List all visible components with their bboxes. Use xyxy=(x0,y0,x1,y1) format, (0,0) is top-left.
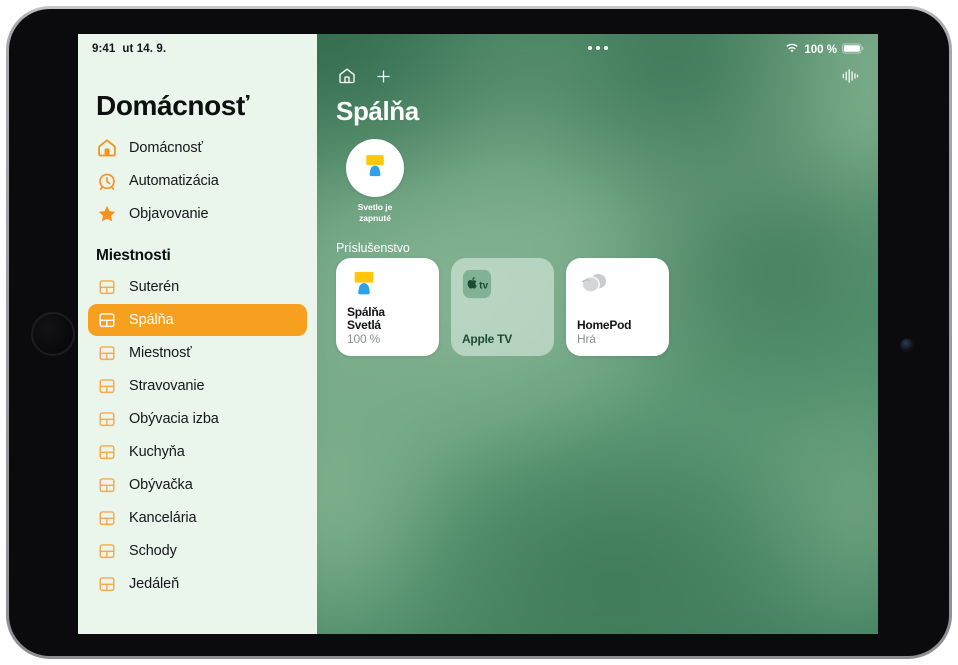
star-icon xyxy=(96,203,118,225)
sidebar-item-label: Obývačka xyxy=(129,477,193,493)
sidebar-item-automation[interactable]: Automatizácia xyxy=(88,165,307,197)
status-caption-line1: Svetlo je xyxy=(357,202,393,212)
front-camera-left xyxy=(31,312,75,356)
accessory-status: Hrá xyxy=(577,331,596,346)
sidebar-item-kuchyna[interactable]: Kuchyňa xyxy=(88,436,307,468)
accessory-name-line1: Apple TV xyxy=(462,331,513,346)
sidebar-item-suteren[interactable]: Suterén xyxy=(88,271,307,303)
accessory-tile-text: Spálňa Svetlá 100 % xyxy=(347,304,428,347)
room-icon xyxy=(96,309,118,331)
status-bar-left: 9:41 ut 14. 9. xyxy=(92,43,166,55)
room-icon xyxy=(96,540,118,562)
room-icon xyxy=(96,342,118,364)
sidebar-item-stravovanie[interactable]: Stravovanie xyxy=(88,370,307,402)
status-caption-line2: zapnuté xyxy=(359,212,391,223)
room-toolbar xyxy=(337,66,393,91)
house-icon xyxy=(96,137,118,159)
sidebar-room-list: Suterén Spálňa Miestnosť Stravovanie Obý… xyxy=(78,271,317,600)
accessory-tile-text: HomePod Hrá xyxy=(577,318,658,346)
lamp-icon xyxy=(360,152,390,185)
sidebar-item-label: Miestnosť xyxy=(129,345,192,361)
sidebar-item-label: Automatizácia xyxy=(129,173,219,189)
room-icon xyxy=(96,441,118,463)
sidebar: 9:41 ut 14. 9. Domácnosť Domácnosť Autom… xyxy=(78,34,317,634)
sidebar-item-label: Domácnosť xyxy=(129,140,203,156)
room-detail-pane: 100 % Spálňa Svetlo je zapnuté Príslušen… xyxy=(317,34,878,634)
room-icon xyxy=(96,573,118,595)
status-bar-date: ut 14. 9. xyxy=(122,43,167,55)
sidebar-item-obyvacia-izba[interactable]: Obývacia izba xyxy=(88,403,307,435)
sidebar-item-label: Suterén xyxy=(129,279,180,295)
sidebar-item-label: Spálňa xyxy=(129,312,174,328)
page-title: Spálňa xyxy=(336,96,419,126)
room-status-tile[interactable]: Svetlo je zapnuté xyxy=(336,139,414,223)
accessories-section-label: Príslušenstvo xyxy=(336,241,410,255)
room-icon xyxy=(96,507,118,529)
accessory-name-line1: HomePod xyxy=(577,318,632,332)
room-icon xyxy=(96,474,118,496)
status-circle xyxy=(346,139,404,197)
sidebar-item-label: Obývacia izba xyxy=(129,411,219,427)
accessory-grid: Spálňa Svetlá 100 % tv Apple TV HomePod … xyxy=(336,258,669,356)
status-bar-time: 9:41 xyxy=(92,43,116,55)
sidebar-nav-list: Domácnosť Automatizácia Objavovanie xyxy=(78,132,317,230)
accessory-name-line2: Svetlá xyxy=(347,318,381,332)
ipad-screen: 9:41 ut 14. 9. Domácnosť Domácnosť Autom… xyxy=(78,34,878,634)
accessory-tile-text: Apple TV xyxy=(462,331,543,347)
sidebar-item-schody[interactable]: Schody xyxy=(88,535,307,567)
sidebar-item-label: Schody xyxy=(129,543,177,559)
sidebar-section-rooms: Miestnosti xyxy=(96,247,171,264)
audio-waveform-icon[interactable] xyxy=(840,66,860,91)
room-icon xyxy=(96,276,118,298)
sidebar-item-spalna[interactable]: Spálňa xyxy=(88,304,307,336)
front-camera-right xyxy=(901,339,913,351)
lamp-icon xyxy=(347,269,381,299)
room-icon xyxy=(96,375,118,397)
accessory-tile-spalna-svetla[interactable]: Spálňa Svetlá 100 % xyxy=(336,258,439,356)
device-bezel: 9:41 ut 14. 9. Domácnosť Domácnosť Autom… xyxy=(9,9,949,656)
svg-text:tv: tv xyxy=(479,280,488,291)
sidebar-item-discover[interactable]: Objavovanie xyxy=(88,198,307,230)
house-icon[interactable] xyxy=(337,66,357,91)
sidebar-item-obyvacka[interactable]: Obývačka xyxy=(88,469,307,501)
sidebar-item-label: Objavovanie xyxy=(129,206,209,222)
wifi-icon xyxy=(785,42,799,57)
sidebar-item-miestnost[interactable]: Miestnosť xyxy=(88,337,307,369)
sidebar-item-jedalen[interactable]: Jedáleň xyxy=(88,568,307,600)
sidebar-title: Domácnosť xyxy=(96,90,249,121)
plus-icon[interactable] xyxy=(374,67,393,91)
apple-tv-icon: tv xyxy=(462,269,496,299)
accessory-status: 100 % xyxy=(347,331,381,346)
status-bar-right: 100 % xyxy=(785,42,864,57)
sidebar-item-label: Kuchyňa xyxy=(129,444,185,460)
room-icon xyxy=(96,408,118,430)
sidebar-item-kancelaria[interactable]: Kancelária xyxy=(88,502,307,534)
sidebar-item-label: Kancelária xyxy=(129,510,197,526)
clock-icon xyxy=(96,170,118,192)
ipad-device-frame: 9:41 ut 14. 9. Domácnosť Domácnosť Autom… xyxy=(6,6,952,659)
battery-icon xyxy=(842,42,864,57)
sidebar-item-home[interactable]: Domácnosť xyxy=(88,132,307,164)
sidebar-item-label: Stravovanie xyxy=(129,378,205,394)
accessory-name-line1: Spálňa xyxy=(347,304,385,319)
homepod-icon xyxy=(577,269,611,299)
accessory-tile-homepod[interactable]: HomePod Hrá xyxy=(566,258,669,356)
status-caption: Svetlo je zapnuté xyxy=(336,202,414,223)
battery-percent-label: 100 % xyxy=(804,43,837,56)
accessory-tile-apple-tv[interactable]: tv Apple TV xyxy=(451,258,554,356)
sidebar-item-label: Jedáleň xyxy=(129,576,180,592)
